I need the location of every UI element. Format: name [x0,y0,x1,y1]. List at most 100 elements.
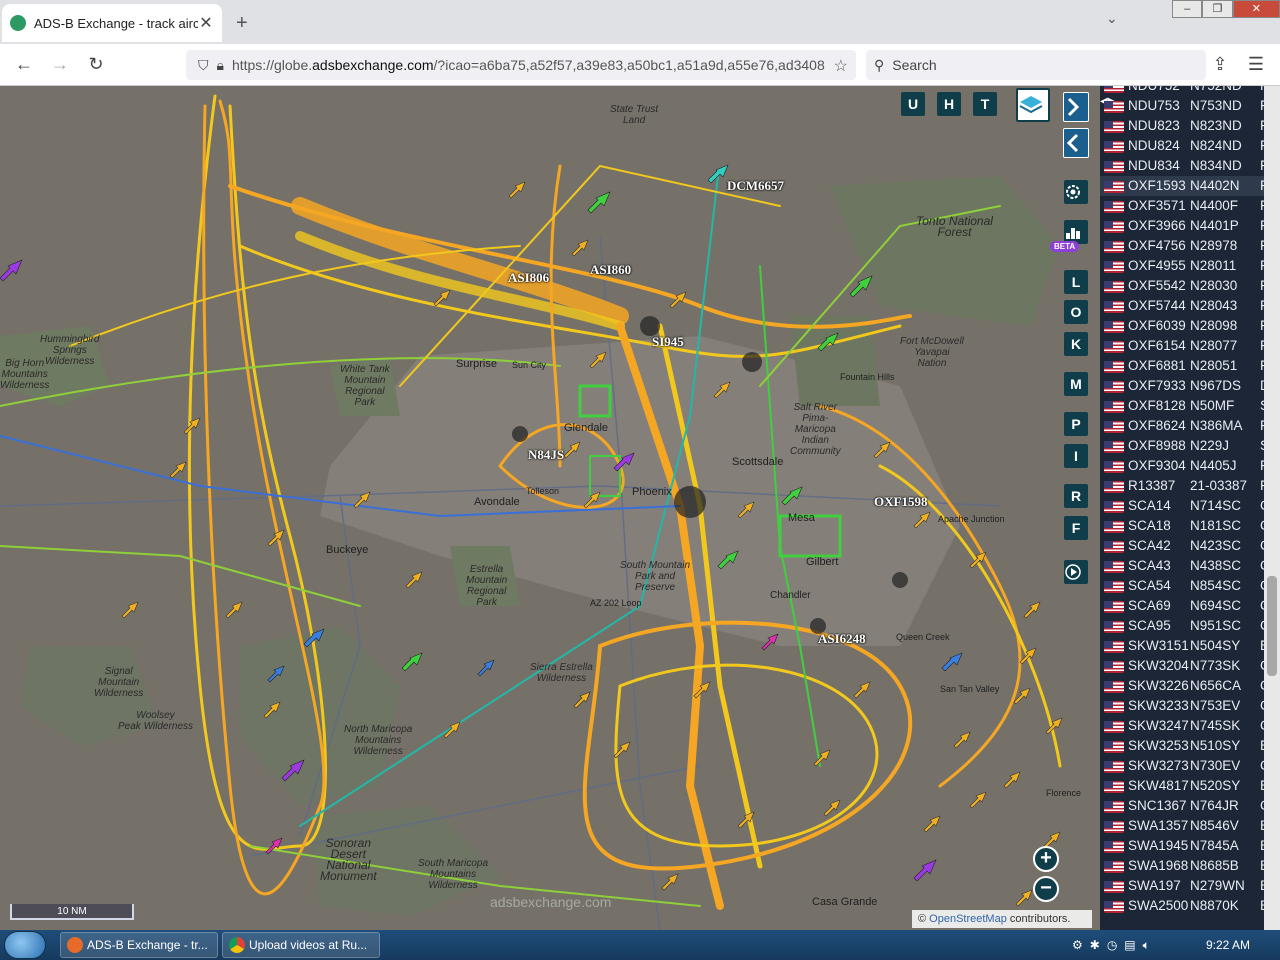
aircraft-row[interactable]: NDU824N824NDF [1100,136,1280,156]
scrollbar-thumb[interactable] [1267,576,1277,676]
control-l-button[interactable]: L [1064,270,1088,294]
aircraft-row[interactable]: SCA18N181SCC [1100,516,1280,536]
aircraft-row[interactable]: SKW3226N656CAC [1100,676,1280,696]
aircraft-row[interactable]: OXF5542N28030F [1100,276,1280,296]
aircraft-row[interactable]: OXF8624N386MAF [1100,416,1280,436]
taskbar-item-firefox[interactable]: ADS-B Exchange - tr... [60,932,218,958]
aircraft-row[interactable]: OXF9304N4405JF [1100,456,1280,476]
replay-button[interactable] [1064,560,1088,584]
start-button[interactable] [4,931,46,959]
new-tab-button[interactable]: + [236,12,248,35]
control-u-button[interactable]: U [901,92,925,116]
flight-label[interactable]: DCM6657 [727,178,784,194]
maximize-button[interactable]: ❐ [1202,0,1233,18]
aircraft-row[interactable]: SCA54N854SCC [1100,576,1280,596]
aircraft-row[interactable]: SKW3253N510SYE [1100,736,1280,756]
aircraft-row[interactable]: SCA42N423SCC [1100,536,1280,556]
control-t-button[interactable]: T [973,92,997,116]
extensions-icon[interactable]: ⇪ [1208,54,1232,75]
aircraft-row[interactable]: SCA69N694SCC [1100,596,1280,616]
lock-icon[interactable]: 🔒︎ [217,57,224,74]
reload-button[interactable]: ↻ [84,54,108,75]
layers-button[interactable] [1016,88,1050,122]
flight-label[interactable]: N84JS [528,447,564,463]
aircraft-row[interactable]: SCA95N951SCC [1100,616,1280,636]
tab-list-button[interactable]: ⌄ [1106,10,1118,27]
address-bar[interactable]: ⛉ 🔒︎ https://globe. adsbexchange.com/?ica… [186,50,856,80]
menu-icon[interactable]: ☰ [1244,54,1268,75]
collapse-panel-button[interactable] [1063,128,1089,158]
expand-panel-button[interactable] [1063,92,1089,122]
registration: N28077 [1190,338,1238,353]
control-h-button[interactable]: H [937,92,961,116]
place-label: Sonoran Desert National Monument [320,836,377,883]
back-button[interactable]: ← [12,54,36,75]
clock[interactable]: 9:22 AM [1206,930,1250,960]
aircraft-row[interactable]: OXF3571N4400FF [1100,196,1280,216]
flight-label[interactable]: SI945 [652,334,684,350]
close-window-button[interactable]: ✕ [1232,0,1280,18]
aircraft-row[interactable]: SKW3151N504SYE [1100,636,1280,656]
aircraft-row[interactable]: OXF5744N28043F [1100,296,1280,316]
settings-button[interactable] [1064,180,1088,204]
control-o-button[interactable]: O [1064,300,1088,324]
flight-label[interactable]: ASI860 [590,262,631,278]
aircraft-row[interactable]: OXF3966N4401PF [1100,216,1280,236]
zoom-out-button[interactable]: − [1033,876,1059,902]
aircraft-row[interactable]: NDU834N834NDF [1100,156,1280,176]
control-f-button[interactable]: F [1064,516,1088,540]
aircraft-row[interactable]: OXF1593N4402NF [1100,176,1280,196]
control-m-button[interactable]: M [1064,372,1088,396]
openstreetmap-link[interactable]: OpenStreetMap [929,913,1007,925]
tab-close-icon[interactable]: ✕ [198,13,214,33]
aircraft-row[interactable]: SKW3247N745SKC [1100,716,1280,736]
aircraft-row[interactable]: NDU753N753NDF [1100,96,1280,116]
control-p-button[interactable]: P [1064,412,1088,436]
registration: N28043 [1190,298,1238,313]
aircraft-list-panel[interactable]: ◀▶ NDU752N752NDFNDU753N753NDFNDU823N823N… [1100,86,1280,930]
flight-map[interactable]: DCM6657 ASI806 ASI860 SI945 N84JS OXF159… [0,86,1100,930]
vertical-scrollbar[interactable] [1264,86,1280,930]
aircraft-row[interactable]: OXF4955N28011F [1100,256,1280,276]
taskbar-item-chrome[interactable]: Upload videos at Ru... [222,932,380,958]
tray-icons[interactable]: ⚙✱◷▤🔈︎ [1072,930,1192,960]
aircraft-row[interactable]: NDU823N823NDF [1100,116,1280,136]
control-k-button[interactable]: K [1064,332,1088,356]
control-i-button[interactable]: I [1064,444,1088,468]
aircraft-row[interactable]: SWA1968N8685BB [1100,856,1280,876]
browser-tab[interactable]: ADS-B Exchange - track aircraft ✕ [2,4,222,42]
control-r-button[interactable]: R [1064,484,1088,508]
aircraft-row[interactable]: OXF8128N50MFS [1100,396,1280,416]
aircraft-row[interactable]: OXF6154N28077F [1100,336,1280,356]
zoom-in-button[interactable]: + [1033,846,1059,872]
aircraft-row[interactable]: SKW3233N753EVC [1100,696,1280,716]
aircraft-row[interactable]: OXF7933N967DSD [1100,376,1280,396]
aircraft-row[interactable]: SWA197N279WNB [1100,876,1280,896]
aircraft-row[interactable]: SCA14N714SCC [1100,496,1280,516]
aircraft-row[interactable]: SKW3204N773SKC [1100,656,1280,676]
minimize-button[interactable]: ‒ [1172,0,1203,18]
aircraft-row[interactable]: OXF6039N28098F [1100,316,1280,336]
aircraft-row[interactable]: SWA1357N8546VB [1100,816,1280,836]
shield-icon[interactable]: ⛉ [198,57,209,74]
aircraft-row[interactable]: SKW4817N520SYE [1100,776,1280,796]
flight-label[interactable]: ASI806 [508,270,549,286]
forward-button[interactable]: → [48,54,72,75]
aircraft-row[interactable]: OXF6881N28051F [1100,356,1280,376]
map-attribution: © OpenStreetMap contributors. [912,910,1092,928]
aircraft-row[interactable]: SCA43N438SCC [1100,556,1280,576]
aircraft-row[interactable]: OXF8988N229JS [1100,436,1280,456]
aircraft-row[interactable]: OXF4756N28978F [1100,236,1280,256]
aircraft-row[interactable]: SWA1945N7845AB [1100,836,1280,856]
aircraft-row[interactable]: SKW3273N730EVC [1100,756,1280,776]
aircraft-row[interactable]: R1338721-03387F [1100,476,1280,496]
bookmark-star-icon[interactable]: ☆ [834,56,848,76]
aircraft-row[interactable]: SWA2500N8870KB [1100,896,1280,916]
aircraft-row[interactable]: NDU752N752NDF [1100,86,1280,96]
aircraft-row[interactable]: SNC1367N764JRC [1100,796,1280,816]
search-input[interactable]: ⚲ Search [866,50,1206,80]
flight-label[interactable]: ASI6248 [818,631,866,647]
registration: N745SK [1190,718,1241,733]
flight-label[interactable]: OXF1598 [874,494,927,510]
us-flag-icon [1104,181,1124,193]
